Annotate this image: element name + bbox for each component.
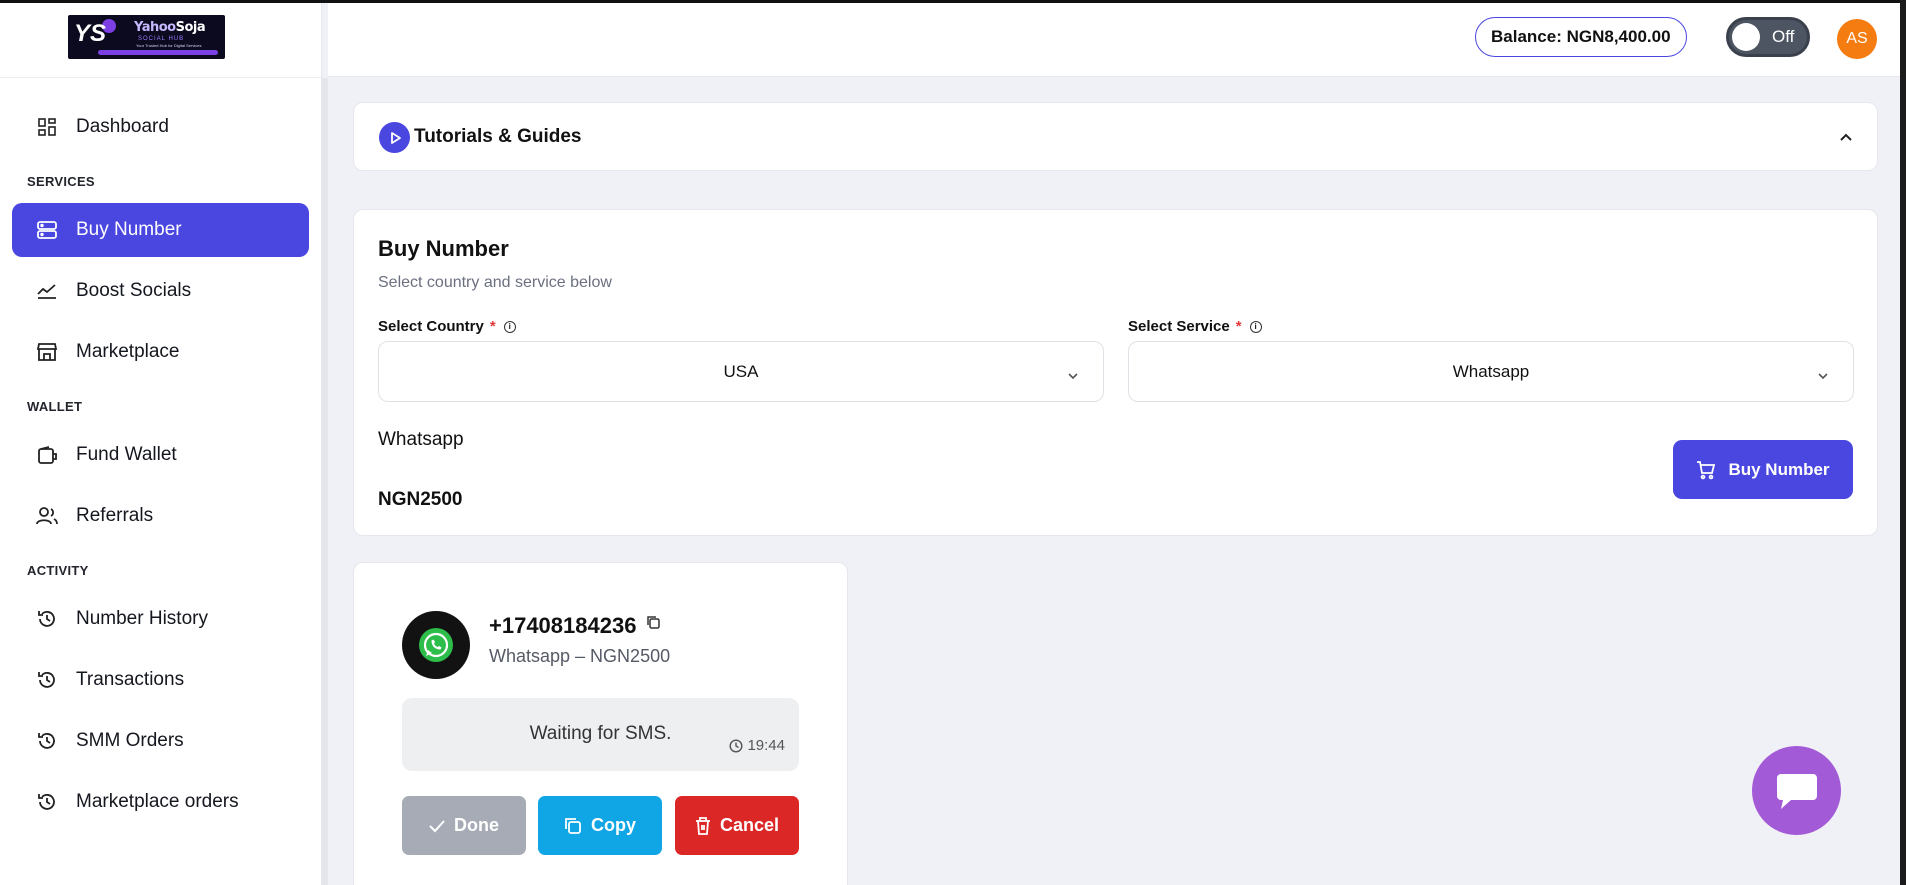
active-number-card: +17408184236 Whatsapp – NGN2500 Waiting … bbox=[353, 562, 848, 885]
copy-button[interactable]: Copy bbox=[538, 796, 662, 855]
users-icon bbox=[36, 505, 58, 527]
logo-area: YS YahooSoja SOCIAL HUB Your Trusted Hub… bbox=[0, 3, 321, 78]
toggle-knob bbox=[1732, 23, 1760, 51]
sms-timer: 19:44 bbox=[729, 737, 785, 754]
sidebar-item-number-history[interactable]: Number History bbox=[12, 592, 309, 646]
service-select[interactable]: Whatsapp bbox=[1128, 341, 1854, 402]
copy-icon bbox=[565, 817, 581, 834]
sidebar-item-label: Marketplace orders bbox=[76, 791, 239, 812]
logo-mini-text: Your Trusted Hub for Digital Services bbox=[136, 43, 202, 48]
service-value: Whatsapp bbox=[1452, 361, 1530, 381]
sidebar-item-smm-orders[interactable]: SMM Orders bbox=[12, 714, 309, 768]
info-icon[interactable]: i bbox=[1249, 320, 1262, 333]
logo-url-bar bbox=[98, 50, 218, 55]
sidebar-scrollbar[interactable] bbox=[322, 78, 328, 885]
whatsapp-icon bbox=[402, 611, 470, 679]
brand-logo[interactable]: YS YahooSoja SOCIAL HUB Your Trusted Hub… bbox=[68, 15, 225, 59]
wallet-icon bbox=[36, 444, 58, 466]
done-label: Done bbox=[454, 815, 499, 835]
toggle-label: Off bbox=[1772, 27, 1795, 46]
balance-badge[interactable]: Balance: NGN8,400.00 bbox=[1475, 17, 1687, 57]
selected-service: Whatsapp bbox=[378, 429, 464, 450]
buy-number-button[interactable]: Buy Number bbox=[1673, 440, 1853, 499]
required-mark: * bbox=[1235, 318, 1242, 335]
sms-status-box: Waiting for SMS. 19:44 bbox=[402, 698, 799, 771]
country-label: Select Country * i bbox=[378, 318, 516, 335]
history-icon bbox=[36, 669, 58, 691]
buy-button-label: Buy Number bbox=[1728, 459, 1830, 479]
sidebar-item-label: Dashboard bbox=[76, 116, 169, 137]
service-label: Select Service * i bbox=[1128, 318, 1262, 335]
sidebar-item-marketplace[interactable]: Marketplace bbox=[12, 325, 309, 379]
chat-icon bbox=[1776, 773, 1817, 809]
sidebar-item-label: Marketplace bbox=[76, 341, 180, 362]
sidebar-item-boost-socials[interactable]: Boost Socials bbox=[12, 264, 309, 318]
sidebar-item-label: Buy Number bbox=[76, 219, 182, 240]
window-right-border bbox=[1900, 0, 1906, 885]
check-icon bbox=[429, 819, 445, 832]
trend-icon bbox=[36, 280, 58, 302]
sidebar-item-label: Boost Socials bbox=[76, 280, 192, 301]
grid-icon bbox=[36, 116, 58, 138]
buy-title: Buy Number bbox=[378, 236, 509, 261]
info-icon[interactable]: i bbox=[503, 320, 516, 333]
country-label-text: Select Country bbox=[378, 318, 484, 335]
sidebar-item-referrals[interactable]: Referrals bbox=[12, 489, 309, 543]
buy-number-card: Buy Number Select country and service be… bbox=[353, 209, 1878, 536]
logo-tagline: SOCIAL HUB bbox=[138, 36, 185, 42]
number-subtitle: Whatsapp – NGN2500 bbox=[489, 646, 671, 666]
cart-icon bbox=[1696, 460, 1716, 480]
history-icon bbox=[36, 791, 58, 813]
country-value: USA bbox=[723, 361, 759, 381]
server-icon bbox=[36, 219, 58, 241]
logo-wordmark: YahooSoja bbox=[134, 20, 206, 35]
sidebar-item-marketplace-orders[interactable]: Marketplace orders bbox=[12, 775, 309, 829]
tutorials-title: Tutorials & Guides bbox=[414, 126, 582, 147]
section-services: SERVICES bbox=[27, 174, 95, 189]
copy-label: Copy bbox=[591, 815, 636, 835]
copy-icon[interactable] bbox=[646, 615, 661, 635]
sidebar-item-label: Number History bbox=[76, 608, 208, 629]
chevron-down-icon bbox=[1817, 365, 1829, 385]
chat-button[interactable] bbox=[1752, 746, 1841, 835]
phone-number: +17408184236 bbox=[489, 613, 637, 638]
sidebar-nav: Dashboard SERVICES Buy Number Boost Soci… bbox=[0, 78, 321, 829]
done-button[interactable]: Done bbox=[402, 796, 526, 855]
history-icon bbox=[36, 730, 58, 752]
service-label-text: Select Service bbox=[1128, 318, 1230, 335]
chevron-down-icon bbox=[1067, 365, 1079, 385]
chevron-up-icon[interactable] bbox=[1839, 129, 1853, 147]
service-price: NGN2500 bbox=[378, 489, 463, 510]
trash-icon bbox=[695, 816, 710, 835]
sidebar-item-label: Referrals bbox=[76, 505, 154, 526]
history-icon bbox=[36, 608, 58, 630]
top-header: Balance: NGN8,400.00 Off AS bbox=[328, 3, 1900, 77]
tutorials-panel[interactable]: Tutorials & Guides bbox=[353, 102, 1878, 171]
store-icon bbox=[36, 341, 58, 363]
sidebar-item-transactions[interactable]: Transactions bbox=[12, 653, 309, 707]
cancel-label: Cancel bbox=[719, 815, 780, 835]
sidebar-item-dashboard[interactable]: Dashboard bbox=[12, 100, 309, 154]
sidebar: YS YahooSoja SOCIAL HUB Your Trusted Hub… bbox=[0, 3, 322, 885]
country-select[interactable]: USA bbox=[378, 341, 1104, 402]
timer-value: 19:44 bbox=[747, 737, 785, 754]
section-wallet: WALLET bbox=[27, 399, 83, 414]
play-icon bbox=[379, 122, 410, 153]
sidebar-item-label: SMM Orders bbox=[76, 730, 184, 751]
mode-toggle[interactable]: Off bbox=[1726, 17, 1810, 57]
buy-subtitle: Select country and service below bbox=[378, 274, 612, 291]
clock-icon bbox=[729, 738, 743, 753]
sidebar-item-label: Transactions bbox=[76, 669, 185, 690]
sidebar-item-fund-wallet[interactable]: Fund Wallet bbox=[12, 428, 309, 482]
sidebar-item-buy-number[interactable]: Buy Number bbox=[12, 203, 309, 257]
section-activity: ACTIVITY bbox=[27, 563, 89, 578]
required-mark: * bbox=[489, 318, 496, 335]
cancel-button[interactable]: Cancel bbox=[675, 796, 799, 855]
sidebar-item-label: Fund Wallet bbox=[76, 444, 177, 465]
avatar[interactable]: AS bbox=[1837, 19, 1877, 59]
